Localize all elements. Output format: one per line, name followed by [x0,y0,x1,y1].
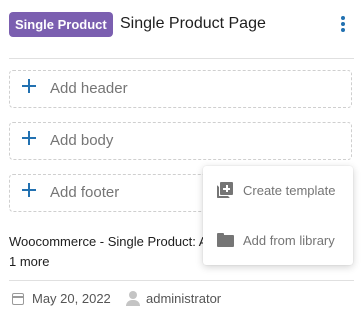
folder-icon [217,232,234,248]
user-icon [125,291,141,307]
add-footer-label: Add footer [50,184,120,201]
add-template-icon [217,182,233,198]
card-header: Single Product Single Product Page [0,0,363,52]
plus-icon [22,131,36,145]
modified-date: May 20, 2022 [32,291,111,306]
divider [9,58,354,59]
add-from-library-menu-item[interactable]: Add from library [203,218,353,262]
divider [9,280,354,281]
more-vertical-icon[interactable] [338,16,348,36]
calendar-icon [12,293,24,305]
create-template-label: Create template [243,183,336,198]
add-header-slot[interactable]: Add header [9,70,352,108]
create-template-menu-item[interactable]: Create template [203,168,353,212]
plus-icon [22,79,36,93]
add-from-library-label: Add from library [243,233,335,248]
add-body-label: Add body [50,132,114,149]
template-type-badge: Single Product [9,12,113,37]
author-name: administrator [146,291,222,306]
template-title[interactable]: Single Product Page [120,15,266,33]
add-header-label: Add header [50,80,128,97]
plus-icon [22,183,36,197]
slot-options-popover: Create template Add from library [203,166,353,265]
add-body-slot[interactable]: Add body [9,122,352,160]
